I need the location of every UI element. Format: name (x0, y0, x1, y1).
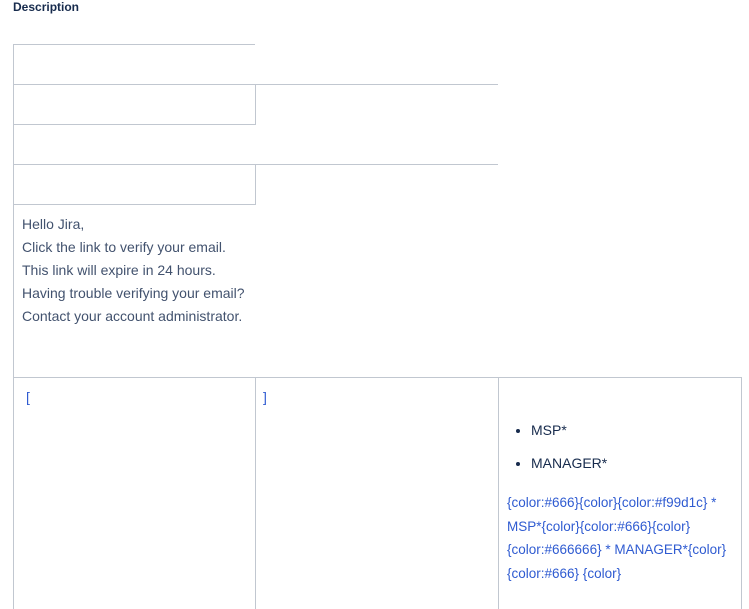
table-border (13, 204, 256, 205)
email-line: This link will expire in 24 hours. (22, 262, 216, 278)
list-item: MSP* (531, 414, 607, 447)
table-border (255, 84, 256, 124)
table-border (13, 44, 14, 609)
markup-text: {color:#666}{color}{color:#f99d1c} * MSP… (507, 491, 726, 586)
markup-line: {color:#666} {color} (507, 566, 622, 582)
table-border (498, 377, 499, 609)
email-line: Contact your account administrator. (22, 308, 243, 324)
table-cell-1: [ (26, 389, 30, 405)
markup-line: {color:#666}{color}{color:#f99d1c} * (507, 495, 717, 510)
table-border (13, 44, 255, 45)
bullet-list: MSP* MANAGER* (507, 414, 607, 480)
table-border (255, 164, 256, 204)
table-border (255, 377, 256, 609)
list-item: MANAGER* (531, 447, 607, 480)
table-border (13, 377, 742, 378)
table-border (741, 377, 742, 609)
description-label: Description (13, 0, 80, 14)
table-cell-2: ] (263, 389, 267, 405)
markup-line: MSP*{color}{color:#666}{color} (507, 518, 691, 534)
email-line: Hello Jira, (22, 216, 85, 232)
markup-line: {color:#666666} * MANAGER*{color} (507, 542, 727, 558)
table-border (13, 124, 256, 125)
email-body: Hello Jira, Click the link to verify you… (22, 213, 245, 328)
email-line: Having trouble verifying your email? (22, 285, 245, 301)
email-line: Click the link to verify your email. (22, 239, 226, 255)
